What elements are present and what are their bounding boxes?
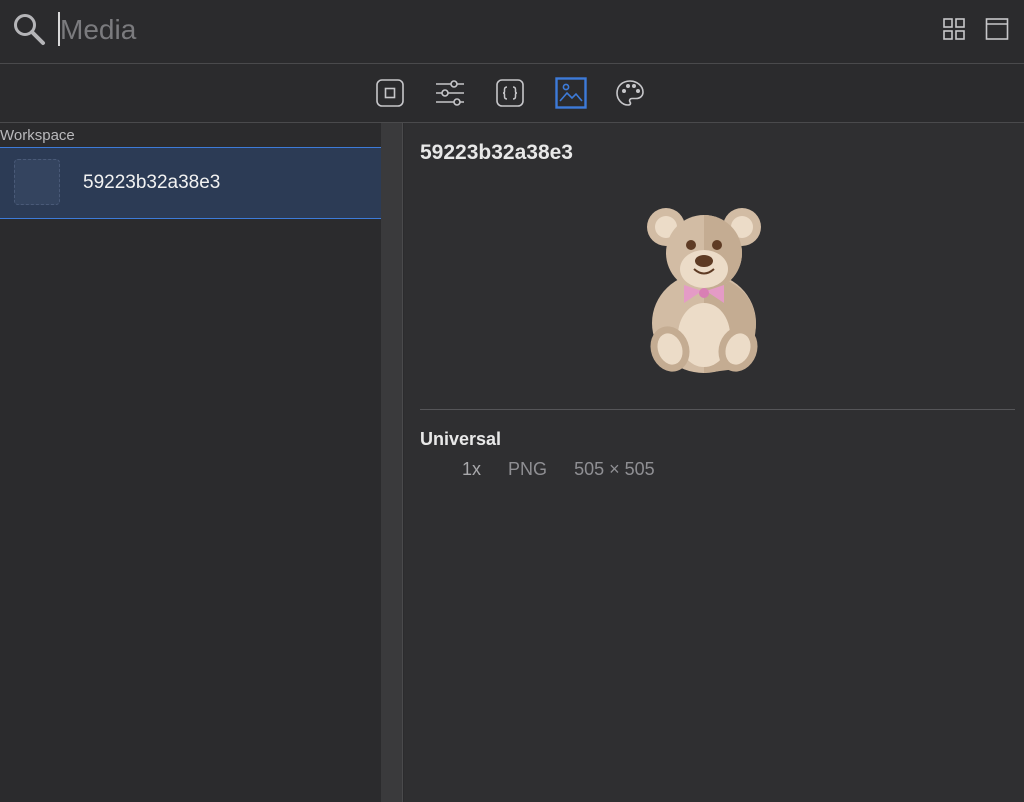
teddy-bear-preview	[647, 208, 761, 373]
media-list-panel: Workspace 59223b32a38e3	[0, 123, 381, 802]
palette-icon	[616, 80, 644, 106]
section-label: Workspace	[0, 127, 75, 144]
variant-info: 1x PNG 505 × 505	[462, 459, 677, 480]
search-bar	[0, 0, 1024, 64]
grid-view-icon[interactable]	[943, 18, 965, 40]
search-icon	[14, 14, 45, 45]
tab-code-inspector[interactable]	[495, 78, 525, 108]
braces-icon	[496, 79, 524, 107]
variant-scale: 1x	[462, 459, 482, 479]
asset-detail-panel: 59223b32a38e3 Universal 1x PNG 505 × 505	[404, 123, 1024, 802]
divider	[420, 409, 1015, 410]
sliders-icon	[436, 80, 464, 106]
tab-file-inspector[interactable]	[375, 78, 405, 108]
panel-splitter[interactable]	[381, 123, 403, 802]
square-icon	[376, 79, 404, 107]
list-item[interactable]: 59223b32a38e3	[0, 147, 381, 219]
tab-attributes-inspector[interactable]	[435, 78, 465, 108]
tab-media-library[interactable]	[555, 77, 587, 109]
search-input[interactable]	[60, 10, 760, 50]
variant-size: 505 × 505	[574, 459, 655, 479]
tab-color-library[interactable]	[615, 78, 645, 108]
asset-title: 59223b32a38e3	[420, 141, 573, 164]
variant-format: PNG	[508, 459, 548, 479]
window-layout-icon[interactable]	[985, 17, 1009, 41]
asset-thumbnail	[14, 159, 60, 205]
inspector-toolbar	[0, 64, 1024, 123]
variant-title: Universal	[420, 429, 502, 449]
asset-name: 59223b32a38e3	[83, 172, 221, 193]
image-icon	[555, 77, 587, 109]
